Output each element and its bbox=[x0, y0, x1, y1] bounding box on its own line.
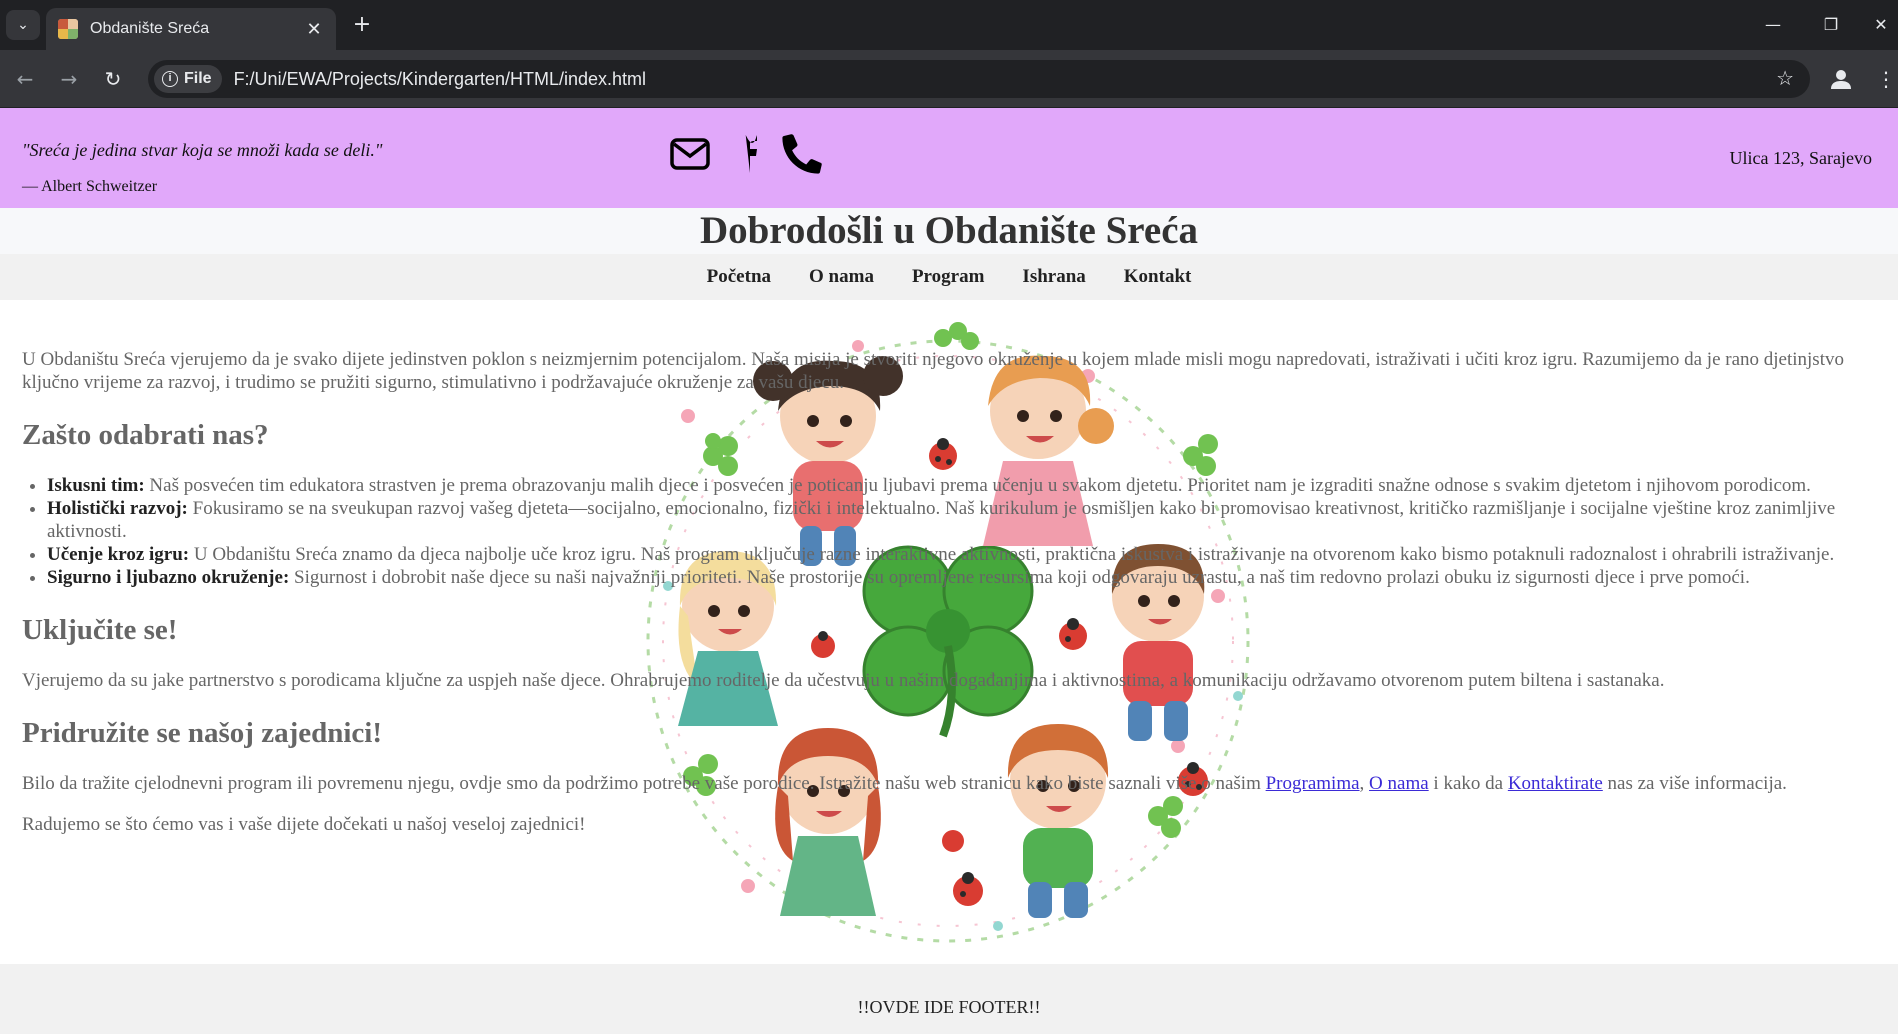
main-nav: Početna O nama Program Ishrana Kontakt bbox=[0, 254, 1898, 300]
footer-text: !!OVDE IDE FOOTER!! bbox=[857, 997, 1041, 1017]
join-text-start: Bilo da tražite cjelodnevni program ili … bbox=[22, 773, 1266, 794]
close-window-icon[interactable]: ✕ bbox=[1856, 10, 1898, 40]
about-link[interactable]: O nama bbox=[1369, 773, 1429, 794]
list-item: Učenje kroz igru: U Obdaništu Sreća znam… bbox=[47, 543, 1860, 566]
contact-icons bbox=[670, 134, 822, 174]
programs-link[interactable]: Programima bbox=[1266, 773, 1360, 794]
nav-item-ishrana[interactable]: Ishrana bbox=[1022, 266, 1085, 288]
involve-paragraph: Vjerujemo da su jake partnerstvo s porod… bbox=[22, 670, 1665, 691]
restore-icon[interactable]: ❐ bbox=[1806, 10, 1856, 40]
chevron-down-icon[interactable]: ⌄ bbox=[6, 10, 40, 40]
tab-title: Obdanište Sreća bbox=[90, 20, 210, 37]
page-header: Dobrodošli u Obdanište Sreća bbox=[0, 208, 1898, 254]
join-comma: , bbox=[1359, 773, 1370, 794]
nav-item-o-nama[interactable]: O nama bbox=[809, 266, 874, 288]
reload-icon[interactable]: ↻ bbox=[98, 64, 128, 94]
quote-author: — Albert Schweitzer bbox=[22, 178, 158, 195]
join-paragraph: Bilo da tražite cjelodnevni program ili … bbox=[22, 772, 1860, 795]
nav-item-pocetna[interactable]: Početna bbox=[707, 266, 771, 288]
list-item: Iskusni tim: Naš posvećen tim edukatora … bbox=[47, 474, 1860, 497]
feature-text: Fokusiramo se na sveukupan razvoj vašeg … bbox=[47, 498, 1836, 542]
site-info-label: File bbox=[184, 70, 212, 87]
page-footer: !!OVDE IDE FOOTER!! bbox=[0, 964, 1898, 1034]
features-list: Iskusni tim: Naš posvećen tim edukatora … bbox=[47, 474, 1860, 589]
feature-text: Sigurnost i dobrobit naše djece su naši … bbox=[289, 567, 1750, 588]
phone-icon[interactable] bbox=[782, 134, 822, 174]
feature-title: Učenje kroz igru: bbox=[47, 544, 190, 565]
nav-item-program[interactable]: Program bbox=[912, 266, 984, 288]
feature-text: Naš posvećen tim edukatora strastven je … bbox=[144, 475, 1811, 496]
list-item: Sigurno i ljubazno okruženje: Sigurnost … bbox=[47, 566, 1860, 589]
feature-title: Holistički razvoj: bbox=[47, 498, 188, 519]
feature-title: Iskusni tim: bbox=[47, 475, 145, 496]
favicon-icon bbox=[58, 19, 78, 39]
plus-icon[interactable]: + bbox=[348, 12, 376, 40]
address-text: Ulica 123, Sarajevo bbox=[1729, 148, 1872, 168]
profile-icon[interactable] bbox=[1826, 64, 1856, 94]
feature-title: Sigurno i ljubazno okruženje: bbox=[47, 567, 290, 588]
envelope-icon[interactable] bbox=[670, 138, 710, 170]
feature-text: U Obdaništu Sreća znamo da djeca najbolj… bbox=[189, 544, 1835, 565]
browser-tab-strip: ⌄ Obdanište Sreća ✕ + — ❐ ✕ bbox=[0, 0, 1898, 50]
list-item: Holistički razvoj: Fokusiramo se na sveu… bbox=[47, 497, 1860, 543]
main-content: U Obdaništu Sreća vjerujemo da je svako … bbox=[22, 348, 1860, 854]
minimize-icon[interactable]: — bbox=[1748, 10, 1798, 40]
address-bar[interactable]: i File F:/Uni/EWA/Projects/Kindergarten/… bbox=[148, 60, 1810, 98]
facebook-icon[interactable] bbox=[734, 135, 758, 173]
browser-tab[interactable]: Obdanište Sreća ✕ bbox=[46, 8, 336, 50]
info-icon: i bbox=[162, 71, 178, 87]
join-text-middle: i kako da bbox=[1428, 773, 1508, 794]
site-info-chip[interactable]: i File bbox=[154, 65, 222, 93]
menu-kebab-icon[interactable]: ⋮ bbox=[1876, 64, 1896, 94]
intro-paragraph: U Obdaništu Sreća vjerujemo da je svako … bbox=[22, 349, 1844, 393]
why-heading: Zašto odabrati nas? bbox=[22, 419, 269, 451]
page-viewport: "Sreća je jedina stvar koja se množi kad… bbox=[0, 108, 1898, 1034]
quote-text: "Sreća je jedina stvar koja se množi kad… bbox=[22, 140, 383, 160]
back-icon[interactable]: ← bbox=[10, 64, 40, 94]
nav-item-kontakt[interactable]: Kontakt bbox=[1124, 266, 1192, 288]
close-icon[interactable]: ✕ bbox=[304, 19, 324, 40]
join-heading: Pridružite se našoj zajednici! bbox=[22, 717, 383, 749]
closing-paragraph: Radujemo se što ćemo vas i vaše dijete d… bbox=[22, 814, 586, 835]
forward-icon[interactable]: → bbox=[54, 64, 84, 94]
top-info-bar: "Sreća je jedina stvar koja se množi kad… bbox=[0, 108, 1898, 208]
involve-heading: Uključite se! bbox=[22, 614, 178, 646]
contact-link[interactable]: Kontaktirate bbox=[1508, 773, 1603, 794]
url-text[interactable]: F:/Uni/EWA/Projects/Kindergarten/HTML/in… bbox=[234, 69, 646, 90]
join-text-end: nas za više informacija. bbox=[1602, 773, 1787, 794]
bookmark-star-icon[interactable]: ☆ bbox=[1776, 66, 1794, 90]
page-title: Dobrodošli u Obdanište Sreća bbox=[699, 209, 1199, 252]
browser-toolbar: ← → ↻ i File F:/Uni/EWA/Projects/Kinderg… bbox=[0, 50, 1898, 108]
